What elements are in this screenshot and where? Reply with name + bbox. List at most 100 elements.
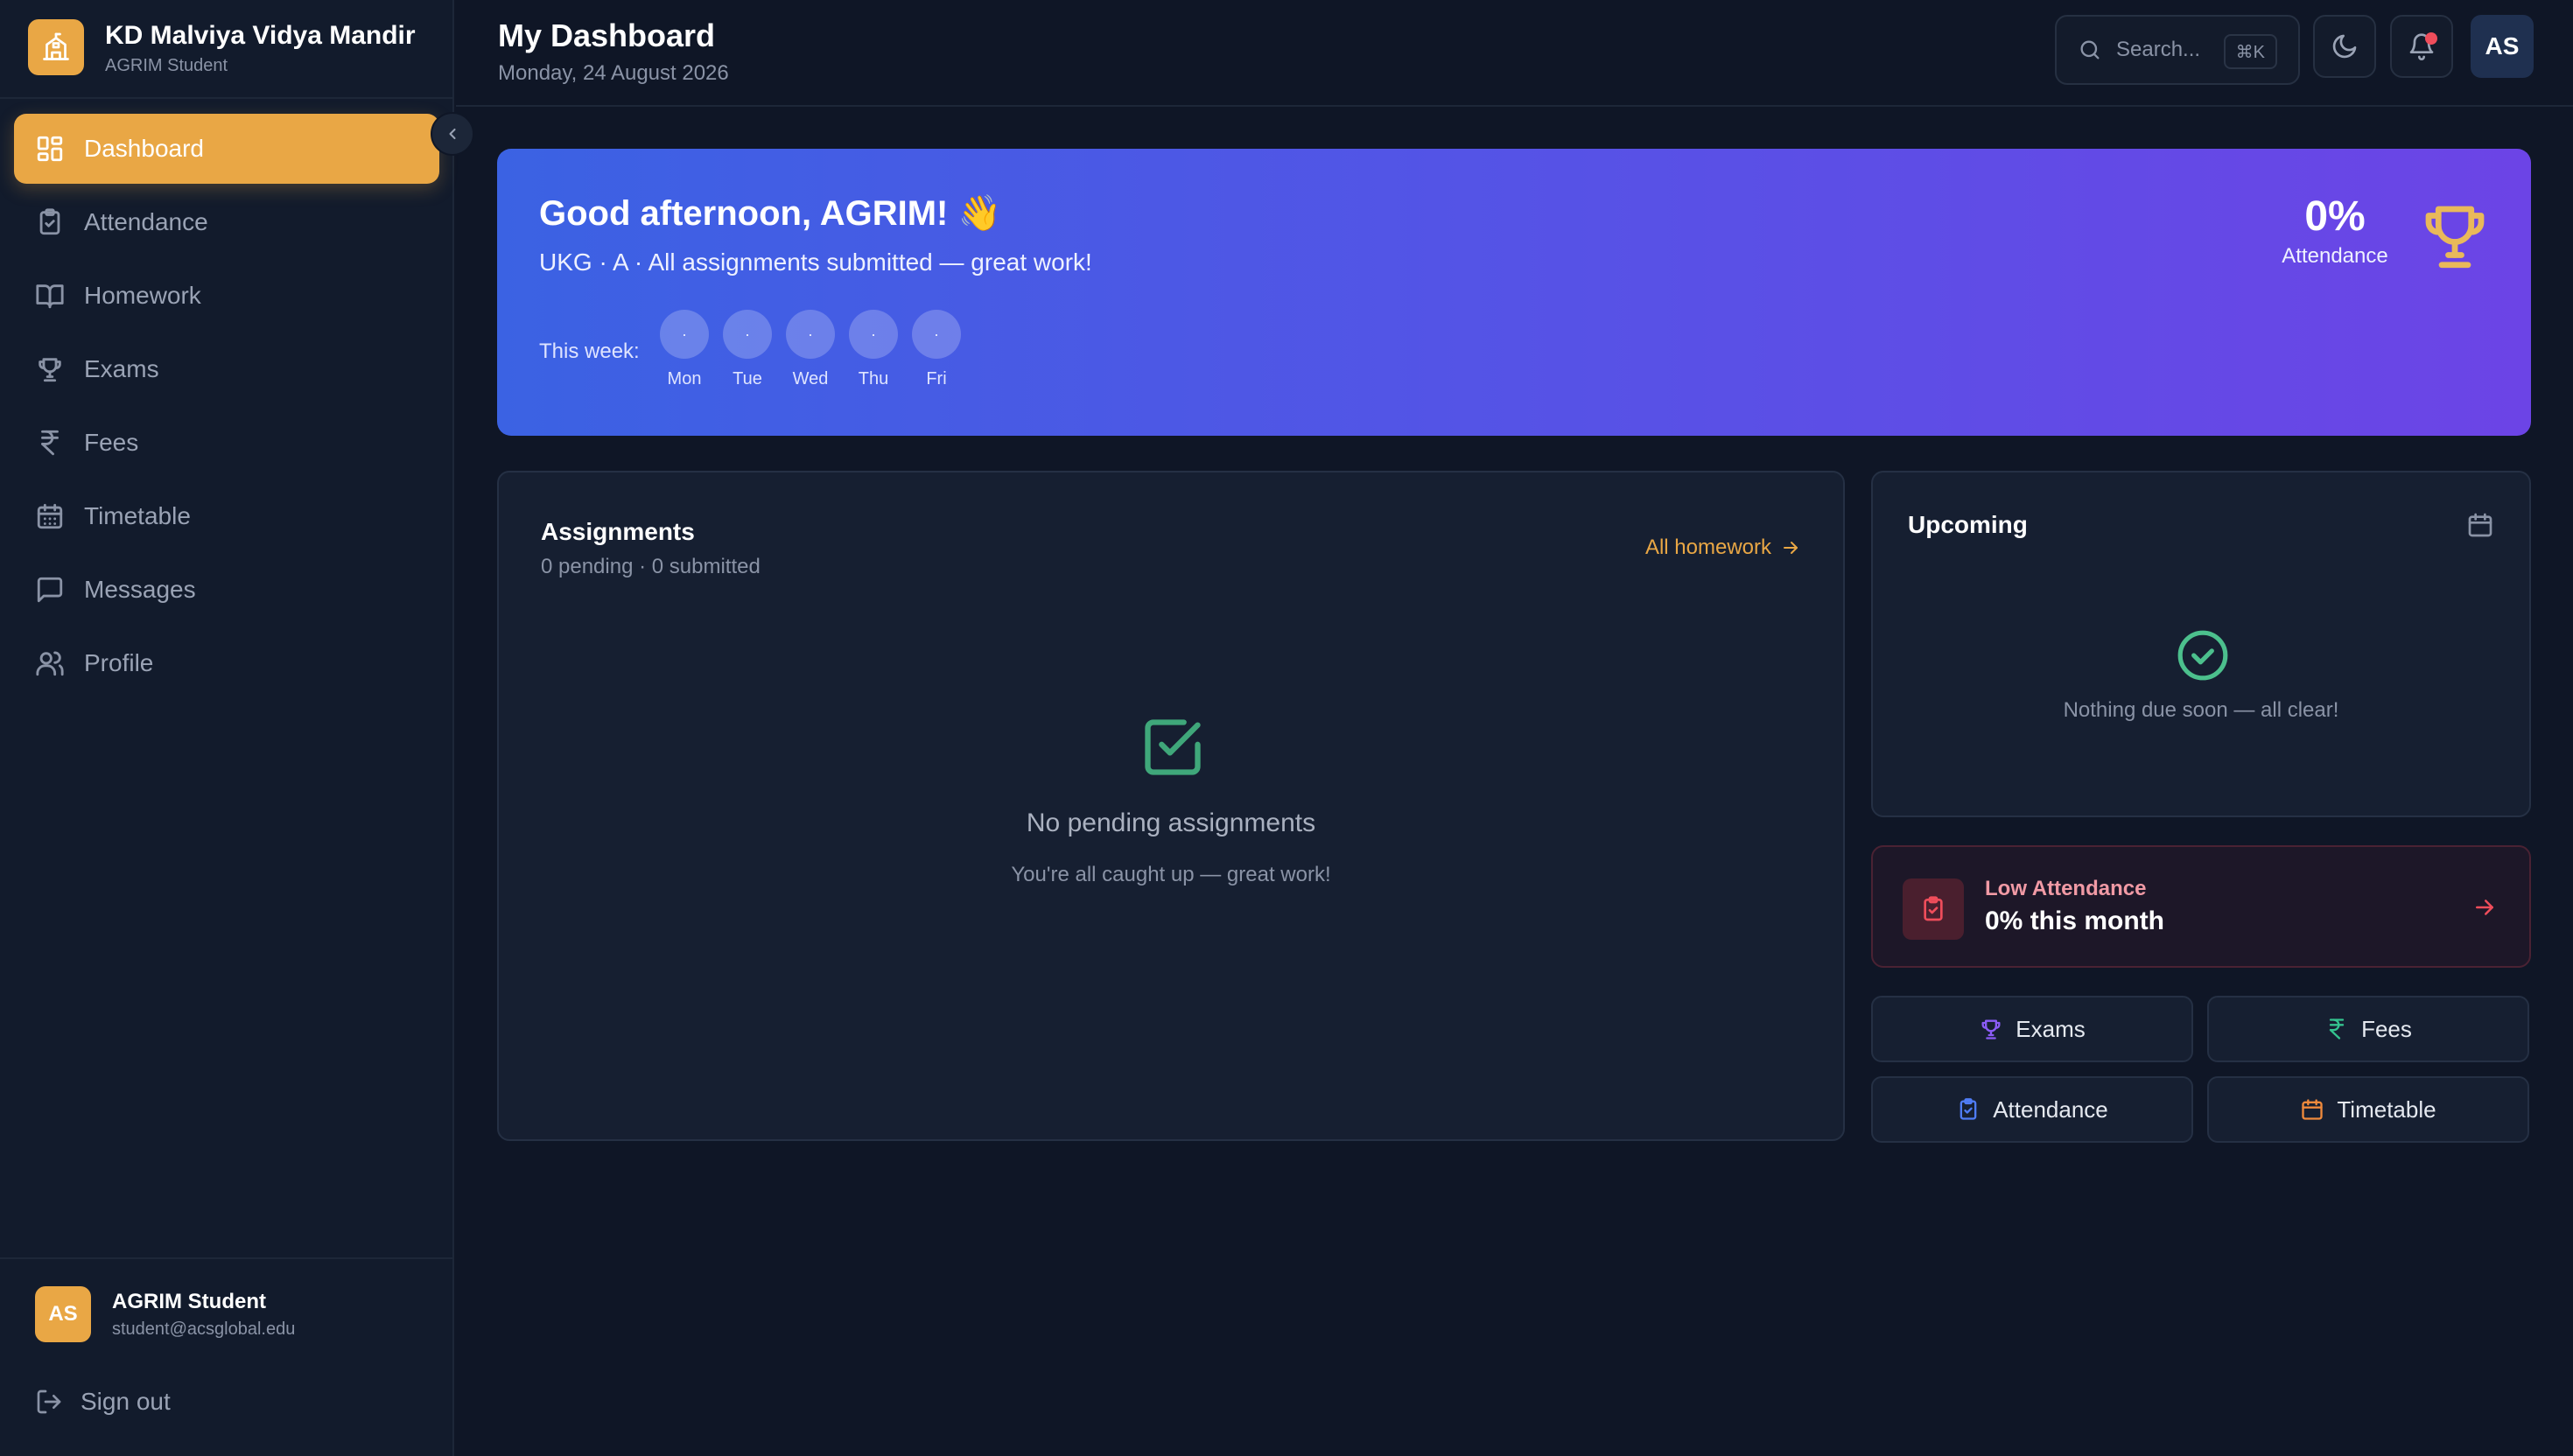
quick-link-attendance[interactable]: Attendance [1871,1076,2193,1143]
brand-name: KD Malviya Vidya Mandir [105,21,416,50]
sidebar-item-attendance[interactable]: Attendance [14,187,439,257]
link-label: All homework [1644,536,1771,559]
sidebar-item-exams[interactable]: Exams [14,334,439,404]
quick-link-label: Attendance [1993,1096,2108,1123]
search-icon [2078,38,2102,62]
quick-link-label: Fees [2361,1015,2412,1042]
day-label: Tue [733,369,762,388]
sidebar-item-profile[interactable]: Profile [14,628,439,698]
trophy-icon [35,354,65,384]
quick-link-exams[interactable]: Exams [1871,996,2193,1062]
sidebar-item-messages[interactable]: Messages [14,555,439,625]
brand[interactable]: KD Malviya Vidya Mandir AGRIM Student [28,19,416,77]
empty-state-text: Nothing due soon — all clear! [2063,698,2339,722]
day-status: · [849,310,898,359]
day-monday: · Mon [653,310,716,389]
dashboard-icon [35,134,65,164]
calendar-icon[interactable] [2466,511,2494,539]
quick-link-fees[interactable]: Fees [2207,996,2529,1062]
sidebar-item-label: Profile [84,649,154,676]
sidebar-item-fees[interactable]: Fees [14,408,439,478]
all-homework-link[interactable]: All homework [1645,536,1801,560]
assignments-card: Assignments 0 pending · 0 submitted All … [497,471,1845,1141]
alert-value: 0% this month [1985,906,2165,935]
empty-state-title: No pending assignments [1026,808,1316,837]
week-label: This week: [539,340,640,363]
day-wednesday: · Wed [779,310,842,389]
quick-link-timetable[interactable]: Timetable [2207,1076,2529,1143]
sidebar-item-label: Dashboard [84,135,204,162]
divider [0,1257,454,1259]
calendar-icon [2300,1097,2337,1122]
user-email: student@acsglobal.edu [112,1320,296,1339]
quick-link-label: Timetable [2337,1096,2436,1123]
school-icon [28,19,84,75]
welcome-banner: Good afternoon, AGRIM! 👋 UKG · A · All a… [497,149,2531,436]
brand-subtitle: AGRIM Student [105,56,228,75]
sign-out-button[interactable]: Sign out [35,1388,171,1416]
day-thursday: · Thu [842,310,905,389]
sidebar-item-timetable[interactable]: Timetable [14,481,439,551]
sidebar-item-label: Homework [84,282,201,309]
week-attendance: · Mon · Tue · Wed · Thu · Fri [653,310,968,389]
divider [0,97,454,99]
page-title: My Dashboard [498,18,716,53]
empty-state-subtitle: You're all caught up — great work! [1011,863,1331,886]
clipboard-check-icon [1903,878,1964,940]
search-input[interactable]: Search... ⌘K [2055,15,2300,85]
day-label: Fri [926,369,947,388]
trophy-icon [1979,1017,2016,1041]
day-label: Mon [667,369,702,388]
theme-toggle-button[interactable] [2313,15,2376,78]
day-status: · [786,310,835,359]
user-card[interactable]: AS AGRIM Student student@acsglobal.edu [35,1286,420,1344]
attendance-percent: 0% [2304,193,2366,240]
notifications-button[interactable] [2390,15,2453,78]
sign-out-label: Sign out [81,1388,171,1415]
rupee-icon [2324,1017,2361,1041]
day-label: Thu [858,369,889,388]
page-date: Monday, 24 August 2026 [498,61,729,85]
quick-link-label: Exams [2016,1015,2086,1042]
book-icon [35,281,65,311]
low-attendance-alert[interactable]: Low Attendance 0% this month [1871,845,2531,968]
attendance-stat: 0% Attendance [2274,192,2396,269]
alert-title: Low Attendance [1985,877,2147,900]
clipboard-check-icon [1956,1097,1993,1122]
day-label: Wed [792,369,829,388]
arrow-right-icon [1771,537,1801,558]
sidebar-item-label: Exams [84,355,159,382]
sidebar-item-homework[interactable]: Homework [14,261,439,331]
rupee-icon [35,428,65,458]
sidebar-nav: Dashboard Attendance Homework Exams Fees [14,114,439,702]
sidebar-item-dashboard[interactable]: Dashboard [14,114,439,184]
users-icon [35,648,65,678]
search-placeholder: Search... [2116,38,2201,61]
clipboard-check-icon [35,207,65,237]
trophy-icon [2415,196,2494,275]
day-status: · [723,310,772,359]
greeting: Good afternoon, AGRIM! 👋 [539,194,1002,233]
avatar[interactable]: AS [2471,15,2534,78]
day-status: · [912,310,961,359]
card-title: Upcoming [1908,511,2028,538]
collapse-sidebar-button[interactable] [431,112,474,156]
logout-icon [35,1388,63,1416]
arrow-right-icon [2471,894,2498,920]
sidebar-item-label: Messages [84,576,196,603]
check-circle-icon [2176,628,2230,682]
user-name: AGRIM Student [112,1290,266,1313]
keyboard-shortcut-badge: ⌘K [2223,34,2277,69]
moon-icon [2331,32,2359,60]
card-title: Assignments [541,518,695,545]
day-friday: · Fri [905,310,968,389]
notification-dot [2425,32,2437,45]
calendar-icon [35,501,65,531]
sidebar-item-label: Fees [84,429,139,456]
sidebar-item-label: Timetable [84,502,191,529]
avatar: AS [35,1286,91,1342]
sidebar: KD Malviya Vidya Mandir AGRIM Student Da… [0,0,454,1456]
upcoming-card: Upcoming Nothing due soon — all clear! [1871,471,2531,817]
check-square-icon [1139,714,1206,780]
day-status: · [660,310,709,359]
